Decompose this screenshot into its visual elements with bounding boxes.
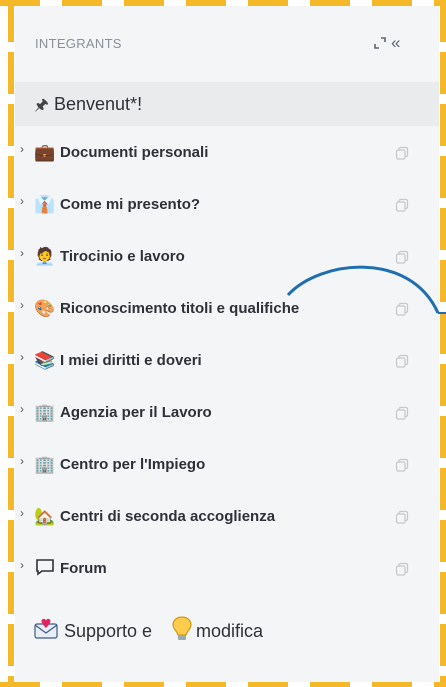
office-worker-icon: 🧑‍💼 [34, 247, 56, 266]
chevron-right-icon[interactable]: › [20, 246, 24, 260]
sidebar-item-come-mi-presento[interactable]: › 👔 Come mi presento? [15, 185, 439, 229]
sidebar-item-label: Documenti personali [60, 144, 209, 161]
sidebar-item-label: Centri di seconda accoglienza [60, 508, 276, 525]
frame-border-right [440, 0, 446, 687]
copy-icon[interactable] [395, 198, 409, 212]
sidebar-item-label: Tirocinio e lavoro [60, 248, 185, 265]
chevron-right-icon[interactable]: › [20, 454, 24, 468]
sidebar-item-i-miei-diritti-e-doveri[interactable]: › 📚 I miei diritti e doveri [15, 341, 439, 385]
sidebar-item-centri-di-seconda-accoglienza[interactable]: › 🏡 Centri di seconda accoglienza [15, 497, 439, 541]
copy-icon[interactable] [395, 458, 409, 472]
sidebar-item-label: Agenzia per il Lavoro [60, 404, 212, 421]
envelope-heart-icon [34, 618, 58, 639]
chevron-right-icon[interactable]: › [20, 350, 24, 364]
sidebar-item-welcome[interactable]: 🖈 Benvenut*! [15, 82, 439, 126]
sidebar-item-documenti-personali[interactable]: › 💼 Documenti personali [15, 133, 439, 177]
sidebar-item-agenzia-per-il-lavoro[interactable]: › 🏢 Agenzia per il Lavoro [15, 393, 439, 437]
chevron-right-icon[interactable]: › [20, 558, 24, 572]
modify-label: modifica [196, 621, 264, 641]
necktie-icon: 👔 [34, 195, 56, 214]
sidebar-header: INTEGRANTS « [15, 6, 439, 80]
light-bulb-icon [172, 616, 192, 640]
copy-icon[interactable] [395, 562, 409, 576]
copy-icon[interactable] [395, 146, 409, 160]
office-building-icon: 🏢 [34, 455, 56, 474]
briefcase-icon: 💼 [34, 143, 56, 162]
sidebar-item-label: Come mi presento? [60, 196, 201, 213]
support-link[interactable]: Supporto e modifica [15, 609, 439, 653]
frame-border-left [8, 0, 14, 687]
copy-icon[interactable] [395, 406, 409, 420]
support-label: Supporto e [64, 621, 153, 641]
sidebar-item-label: Riconoscimento titoli e qualifiche [60, 300, 300, 317]
sidebar-item-label: Forum [60, 560, 107, 577]
sidebar-item-label: I miei diritti e doveri [60, 352, 202, 369]
expand-icon[interactable] [373, 36, 387, 50]
chevron-right-icon[interactable]: › [20, 506, 24, 520]
speech-bubble-icon [34, 558, 56, 580]
collapse-sidebar-icon[interactable]: « [391, 33, 400, 53]
sidebar-item-centro-per-l-impiego[interactable]: › 🏢 Centro per l'Impiego [15, 445, 439, 489]
sidebar-item-forum[interactable]: › Forum [15, 549, 439, 593]
palette-icon: 🎨 [34, 299, 56, 318]
books-icon: 📚 [34, 351, 56, 370]
office-building-icon: 🏢 [34, 403, 56, 422]
copy-icon[interactable] [395, 510, 409, 524]
copy-icon[interactable] [395, 354, 409, 368]
house-garden-icon: 🏡 [34, 507, 56, 526]
sidebar-item-label: Centro per l'Impiego [60, 456, 206, 473]
frame-border-bottom [0, 682, 446, 687]
chevron-right-icon[interactable]: › [20, 194, 24, 208]
chevron-right-icon[interactable]: › [20, 298, 24, 312]
sidebar-title: INTEGRANTS [35, 36, 122, 51]
decorative-curve [286, 265, 446, 314]
sidebar: INTEGRANTS « 🖈 Benvenut*! › 💼 Documenti pe… [15, 6, 439, 682]
welcome-label: Benvenut*! [54, 94, 143, 114]
pin-icon: 🖈 [34, 97, 49, 114]
chevron-right-icon[interactable]: › [20, 142, 24, 156]
chevron-right-icon[interactable]: › [20, 402, 24, 416]
